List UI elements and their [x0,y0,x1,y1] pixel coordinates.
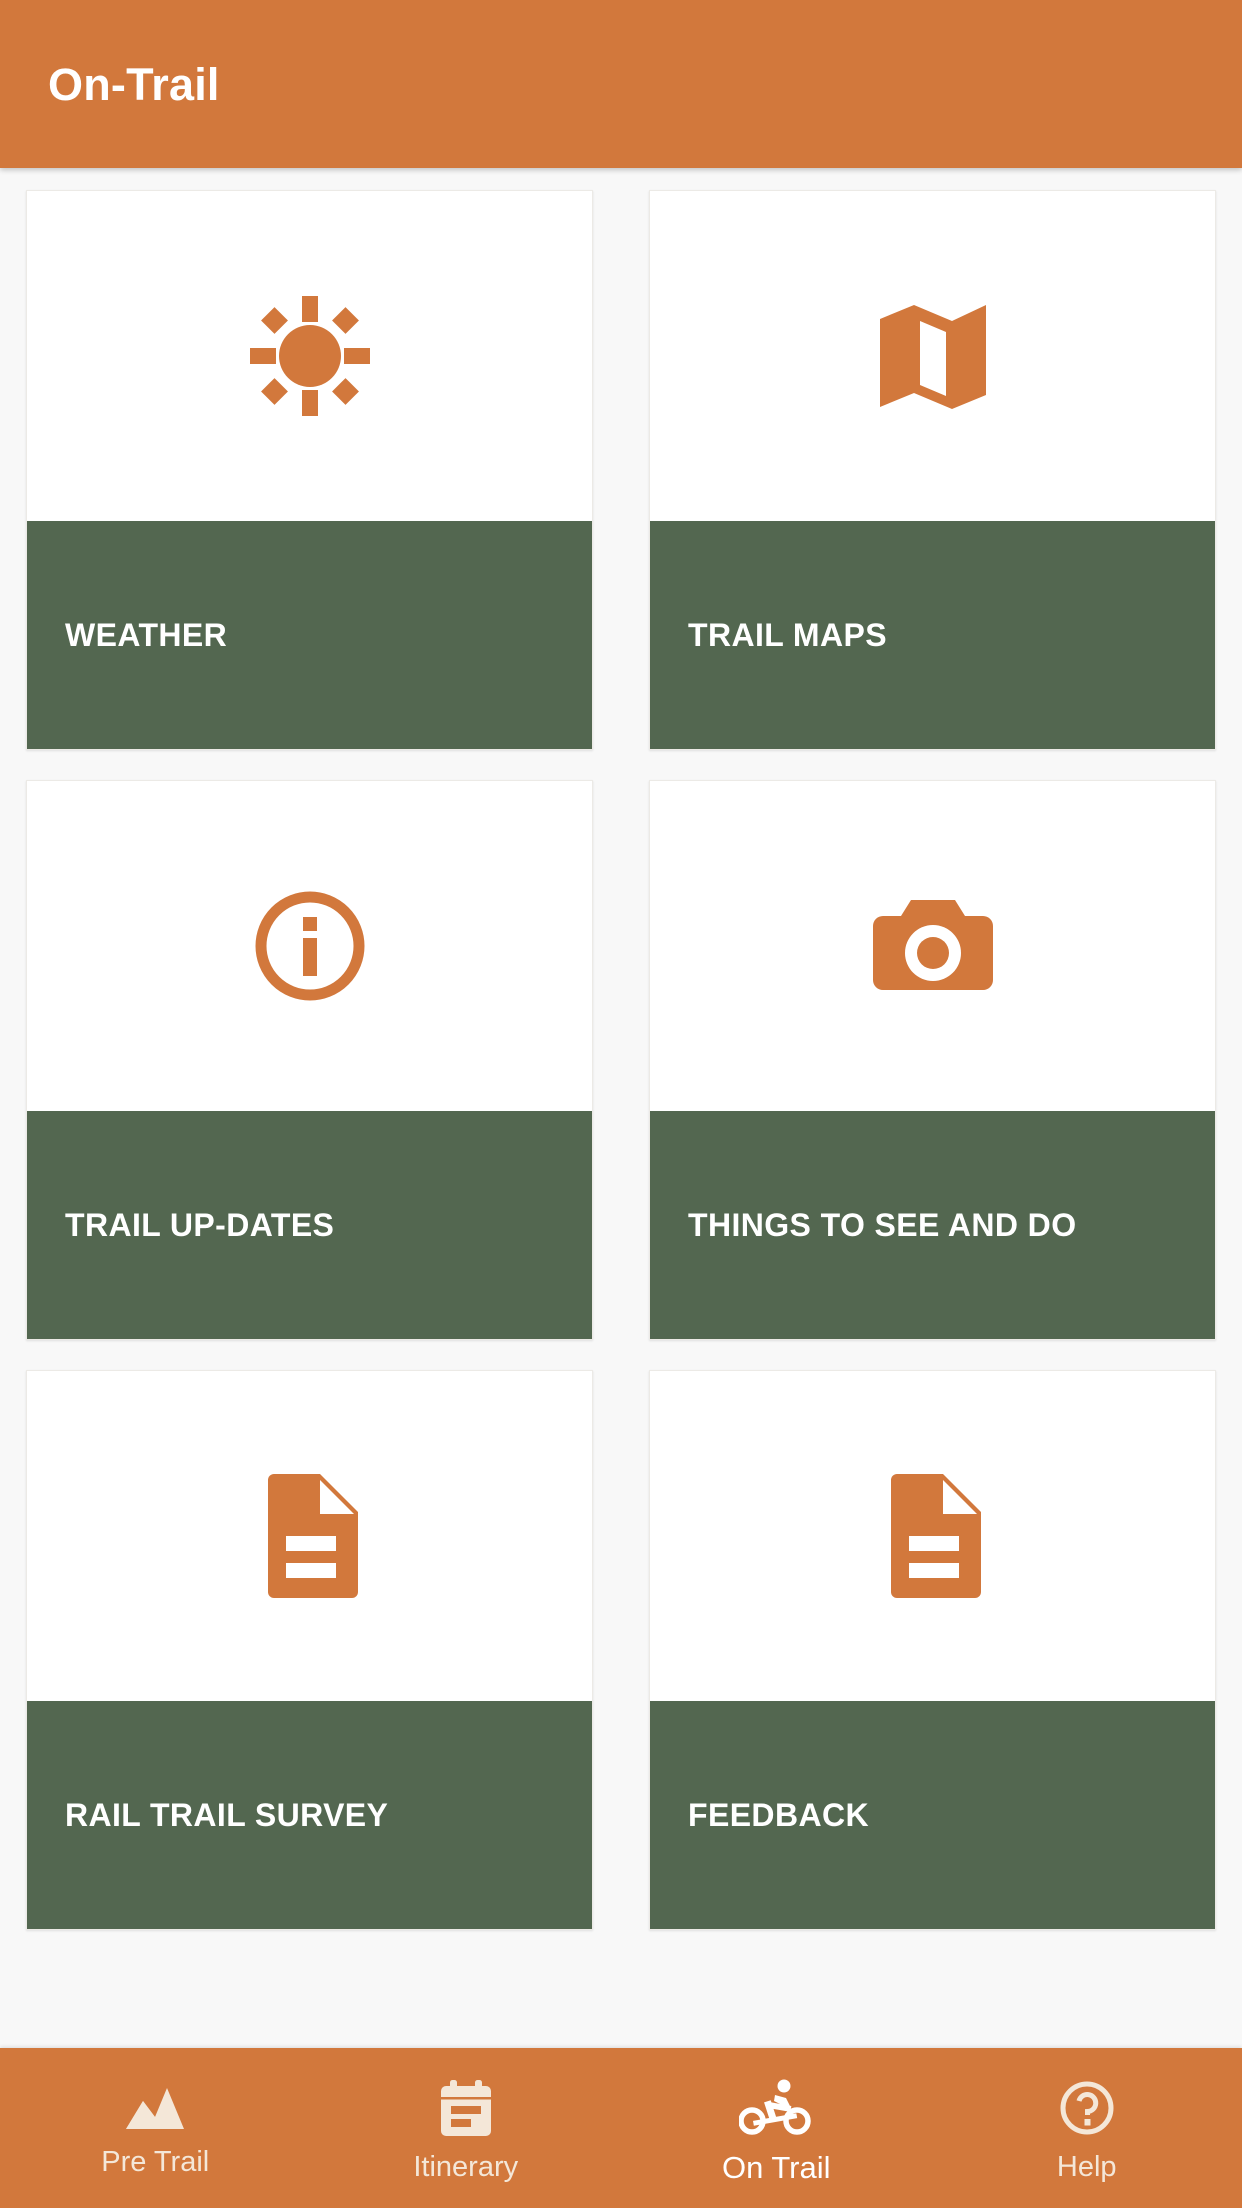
tile-label-area: FEEDBACK [650,1701,1215,1929]
camera-icon [871,892,995,1000]
cyclist-icon [738,2079,813,2140]
info-circle-icon [251,887,369,1005]
map-icon [876,299,990,413]
tile-label-area: WEATHER [27,521,592,749]
nav-item-itinerary[interactable]: Itinerary [311,2048,622,2208]
tile-label-area: TRAIL UP-DATES [27,1111,592,1339]
tile-label-area: THINGS TO SEE AND DO [650,1111,1215,1339]
nav-item-label: On Trail [721,2150,831,2185]
tile-label: FEEDBACK [688,1796,869,1833]
bottom-navigation-bar: Pre Trail Itinerary On Trail Help [0,2048,1242,2208]
tile-feedback[interactable]: FEEDBACK [649,1370,1216,1930]
tile-weather[interactable]: WEATHER [26,190,593,750]
tile-grid: WEATHER TRAIL MAPS TRAIL UP-DATES THINGS… [0,190,1242,1930]
tile-icon-area [650,1371,1215,1701]
question-circle-icon [1059,2080,1115,2141]
document-icon [258,1474,362,1598]
tile-trail-updates[interactable]: TRAIL UP-DATES [26,780,593,1340]
main-content: WEATHER TRAIL MAPS TRAIL UP-DATES THINGS… [0,168,1242,2048]
nav-item-help[interactable]: Help [932,2048,1242,2208]
tile-label: RAIL TRAIL SURVEY [65,1796,389,1833]
tile-icon-area [650,191,1215,521]
app-header: On-Trail [0,0,1242,168]
tile-icon-area [27,191,592,521]
tile-label: TRAIL MAPS [688,616,887,653]
tile-rail-trail-survey[interactable]: RAIL TRAIL SURVEY [26,1370,593,1930]
tile-icon-area [27,781,592,1111]
tile-label: THINGS TO SEE AND DO [688,1206,1077,1243]
tile-label-area: TRAIL MAPS [650,521,1215,749]
nav-item-pre-trail[interactable]: Pre Trail [0,2048,311,2208]
tile-trail-maps[interactable]: TRAIL MAPS [649,190,1216,750]
app-root: On-Trail WEATHER TRAIL MAPS TRAIL UP-DAT… [0,0,1242,2208]
nav-item-label: Help [1056,2151,1117,2183]
nav-item-on-trail[interactable]: On Trail [621,2048,932,2208]
tile-label: TRAIL UP-DATES [65,1206,335,1243]
page-title: On-Trail [48,58,220,110]
tile-things-to-see-and-do[interactable]: THINGS TO SEE AND DO [649,780,1216,1340]
tile-icon-area [27,1371,592,1701]
tile-label-area: RAIL TRAIL SURVEY [27,1701,592,1929]
sun-icon [249,296,370,416]
nav-item-label: Pre Trail [101,2146,210,2178]
calendar-icon [438,2080,494,2141]
tile-icon-area [650,781,1215,1111]
mountains-icon [124,2085,186,2136]
tile-label: WEATHER [65,616,228,653]
document-icon [881,1474,985,1598]
nav-item-label: Itinerary [413,2151,519,2183]
